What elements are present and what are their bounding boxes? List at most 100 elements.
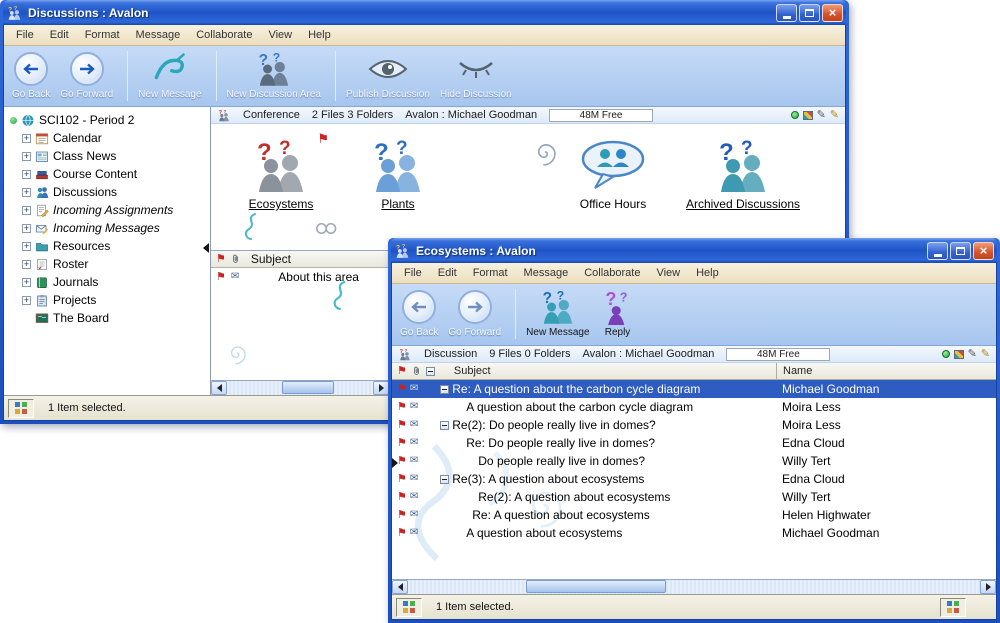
list-column-headers[interactable]: ⚑ Subject Name bbox=[392, 363, 996, 380]
tree-item-projects[interactable]: + Projects bbox=[4, 291, 210, 309]
permissions-icon[interactable] bbox=[803, 111, 813, 120]
go-back-button[interactable]: Go Back bbox=[400, 289, 438, 338]
go-forward-button[interactable]: Go Forward bbox=[60, 51, 113, 100]
menu-edit[interactable]: Edit bbox=[430, 264, 465, 282]
tree-item-roster[interactable]: + Roster bbox=[4, 255, 210, 273]
close-button[interactable]: × bbox=[822, 4, 843, 22]
expand-icon[interactable]: + bbox=[22, 296, 31, 305]
edit-pencil-icon[interactable]: ✎ bbox=[817, 110, 826, 121]
menu-view[interactable]: View bbox=[260, 26, 300, 44]
tree-item-resources[interactable]: + Resources bbox=[4, 237, 210, 255]
collapse-thread-icon[interactable] bbox=[440, 421, 449, 430]
new-discussion-area-button[interactable]: New Discussion Area bbox=[227, 51, 321, 100]
scroll-right-button[interactable] bbox=[373, 381, 389, 395]
horizontal-scrollbar[interactable] bbox=[392, 579, 996, 594]
go-back-button[interactable]: Go Back bbox=[12, 51, 50, 100]
scroll-left-button[interactable] bbox=[392, 580, 408, 594]
scrollbar-track[interactable] bbox=[227, 381, 373, 395]
tree-item-class-news[interactable]: + Class News bbox=[4, 147, 210, 165]
menu-file[interactable]: File bbox=[396, 264, 430, 282]
pane-splitter-arrow[interactable] bbox=[203, 243, 209, 253]
expand-icon[interactable]: + bbox=[22, 260, 31, 269]
collapse-thread-icon[interactable] bbox=[440, 385, 449, 394]
new-message-button[interactable]: New Message bbox=[138, 51, 201, 100]
item-label[interactable]: Plants bbox=[381, 197, 414, 211]
message-row[interactable]: ⚑✉A question about the carbon cycle diag… bbox=[392, 398, 996, 416]
maximize-button[interactable] bbox=[950, 242, 971, 260]
tree-item-incoming-messages[interactable]: + Incoming Messages bbox=[4, 219, 210, 237]
maximize-button[interactable] bbox=[799, 4, 820, 22]
view-mode-button[interactable] bbox=[396, 598, 422, 617]
tree-item-the-board[interactable]: The Board bbox=[4, 309, 210, 327]
expand-icon[interactable]: + bbox=[22, 134, 31, 143]
tree-item-calendar[interactable]: + Calendar bbox=[4, 129, 210, 147]
message-row[interactable]: ⚑✉Re: A question about the carbon cycle … bbox=[392, 380, 996, 398]
pane-splitter-arrow[interactable] bbox=[392, 458, 398, 468]
expand-icon[interactable]: + bbox=[22, 224, 31, 233]
collapse-all-icon[interactable] bbox=[426, 367, 435, 376]
expand-icon[interactable]: + bbox=[22, 170, 31, 179]
layout-toggle-button[interactable] bbox=[940, 598, 966, 617]
menu-help[interactable]: Help bbox=[688, 264, 727, 282]
expand-icon[interactable]: + bbox=[22, 278, 31, 287]
history-pencil-icon[interactable]: ✎ bbox=[981, 349, 990, 360]
history-pencil-icon[interactable]: ✎ bbox=[830, 110, 839, 121]
scroll-right-button[interactable] bbox=[980, 580, 996, 594]
menu-view[interactable]: View bbox=[648, 264, 688, 282]
message-row[interactable]: ⚑✉Do people really live in domes? Willy … bbox=[392, 452, 996, 470]
tree-item-sci102-period-2[interactable]: SCI102 - Period 2 bbox=[4, 111, 210, 129]
message-row[interactable]: ⚑✉Re: Do people really live in domes? Ed… bbox=[392, 434, 996, 452]
presence-icon[interactable] bbox=[942, 350, 950, 358]
message-row[interactable]: ⚑✉A question about ecosystems Michael Go… bbox=[392, 524, 996, 542]
conference-item-archived-discussions[interactable]: Archived Discussions bbox=[673, 136, 813, 213]
item-label[interactable]: Archived Discussions bbox=[686, 197, 800, 211]
tree-item-discussions[interactable]: + Discussions bbox=[4, 183, 210, 201]
collapse-thread-icon[interactable] bbox=[440, 475, 449, 484]
tree-item-course-content[interactable]: + Course Content bbox=[4, 165, 210, 183]
name-column-label[interactable]: Name bbox=[776, 363, 996, 379]
subject-column-label[interactable]: Subject bbox=[454, 365, 491, 377]
menu-format[interactable]: Format bbox=[77, 26, 128, 44]
minimize-button[interactable] bbox=[776, 4, 797, 22]
publish-discussion-button[interactable]: Publish Discussion bbox=[346, 51, 430, 100]
menu-message[interactable]: Message bbox=[128, 26, 189, 44]
scrollbar-thumb[interactable] bbox=[282, 381, 334, 394]
menu-message[interactable]: Message bbox=[516, 264, 577, 282]
titlebar-discussions[interactable]: Discussions : Avalon × bbox=[3, 0, 846, 25]
item-label[interactable]: Ecosystems bbox=[249, 197, 314, 211]
scrollbar-thumb[interactable] bbox=[526, 580, 666, 593]
expand-icon[interactable]: + bbox=[22, 152, 31, 161]
horizontal-scrollbar[interactable] bbox=[211, 380, 389, 395]
message-row[interactable]: ⚑✉Re(3): A question about ecosystems Edn… bbox=[392, 470, 996, 488]
conference-item-plants[interactable]: Plants bbox=[336, 136, 460, 213]
item-label[interactable]: Office Hours bbox=[580, 197, 646, 211]
reply-button[interactable]: Reply bbox=[600, 289, 636, 338]
conference-item-ecosystems[interactable]: ⚑ Ecosystems bbox=[219, 136, 343, 213]
expand-icon[interactable]: + bbox=[22, 242, 31, 251]
menu-format[interactable]: Format bbox=[465, 264, 516, 282]
titlebar-ecosystems[interactable]: Ecosystems : Avalon × bbox=[391, 238, 997, 263]
message-row[interactable]: ⚑✉Re(2): A question about ecosystems Wil… bbox=[392, 488, 996, 506]
menu-collaborate[interactable]: Collaborate bbox=[188, 26, 260, 44]
expand-icon[interactable]: + bbox=[22, 188, 31, 197]
menu-edit[interactable]: Edit bbox=[42, 26, 77, 44]
presence-icon[interactable] bbox=[791, 111, 799, 119]
message-row[interactable]: ⚑✉Re(2): Do people really live in domes?… bbox=[392, 416, 996, 434]
conference-item-office-hours[interactable]: Office Hours bbox=[551, 136, 675, 213]
scrollbar-track[interactable] bbox=[408, 580, 980, 594]
scroll-left-button[interactable] bbox=[211, 381, 227, 395]
menu-help[interactable]: Help bbox=[300, 26, 339, 44]
expand-icon[interactable]: + bbox=[22, 206, 31, 215]
minimize-button[interactable] bbox=[927, 242, 948, 260]
close-button[interactable]: × bbox=[973, 242, 994, 260]
menu-file[interactable]: File bbox=[8, 26, 42, 44]
tree-item-journals[interactable]: + Journals bbox=[4, 273, 210, 291]
tree-item-incoming-assignments[interactable]: + Incoming Assignments bbox=[4, 201, 210, 219]
hide-discussion-button[interactable]: Hide Discussion bbox=[440, 51, 512, 100]
new-message-button[interactable]: New Message bbox=[526, 289, 589, 338]
menu-collaborate[interactable]: Collaborate bbox=[576, 264, 648, 282]
go-forward-button[interactable]: Go Forward bbox=[448, 289, 501, 338]
edit-pencil-icon[interactable]: ✎ bbox=[968, 349, 977, 360]
permissions-icon[interactable] bbox=[954, 350, 964, 359]
message-row[interactable]: ⚑✉Re: A question about ecosystems Helen … bbox=[392, 506, 996, 524]
